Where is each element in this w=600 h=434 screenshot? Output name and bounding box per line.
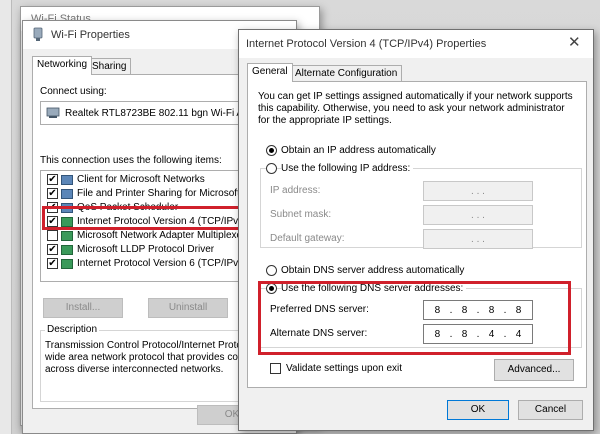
use-following-ip-radio[interactable] <box>266 163 277 174</box>
ipv4-item-highlight <box>42 206 247 230</box>
close-icon[interactable]: ✕ <box>568 35 581 50</box>
tab-sharing[interactable]: Sharing <box>87 58 132 75</box>
intro-text-line: for the appropriate IP settings. <box>258 115 392 126</box>
network-protocol-icon <box>61 245 73 255</box>
ip-dots: . . . <box>471 233 485 245</box>
item-checkbox[interactable]: ✔ <box>47 258 58 269</box>
tab-networking[interactable]: Networking <box>32 56 93 75</box>
dns-section-highlight <box>258 281 571 355</box>
uninstall-button[interactable]: Uninstall <box>148 298 228 318</box>
install-button[interactable]: Install... <box>43 298 123 318</box>
tab-general[interactable]: General <box>247 63 293 82</box>
ip-address-label: IP address: <box>270 185 321 196</box>
item-label: Microsoft LLDP Protocol Driver <box>77 244 215 255</box>
network-protocol-icon <box>61 231 73 241</box>
intro-text-line: this capability. Otherwise, you need to … <box>258 103 565 114</box>
network-service-icon <box>61 189 73 199</box>
ipv4-title: Internet Protocol Version 4 (TCP/IPv4) P… <box>246 38 487 50</box>
default-gateway-label: Default gateway: <box>270 233 345 244</box>
cancel-button[interactable]: Cancel <box>518 400 583 420</box>
item-label: Internet Protocol Version 6 (TCP/IPv6) <box>77 258 248 269</box>
description-text-line: wide area network protocol that provides… <box>45 352 247 363</box>
obtain-ip-auto-radio[interactable] <box>266 145 277 156</box>
ipv4-titlebar: Internet Protocol Version 4 (TCP/IPv4) P… <box>239 30 593 58</box>
network-card-icon <box>46 107 60 119</box>
connect-using-label: Connect using: <box>40 86 107 97</box>
ip-dots: . . . <box>471 209 485 221</box>
wifi-adapter-icon <box>32 27 44 42</box>
background-window-edge <box>0 0 12 434</box>
ipv4-properties-dialog: Internet Protocol Version 4 (TCP/IPv4) P… <box>238 29 594 431</box>
network-client-icon <box>61 175 73 185</box>
ok-button[interactable]: OK <box>447 400 509 420</box>
intro-text-line: You can get IP settings assigned automat… <box>258 91 573 102</box>
item-checkbox[interactable]: ✔ <box>47 244 58 255</box>
subnet-mask-label: Subnet mask: <box>270 209 332 220</box>
item-label: Microsoft Network Adapter Multiplexor I <box>77 230 251 241</box>
ip-address-field[interactable]: . . . <box>423 181 533 201</box>
wifi-properties-title: Wi-Fi Properties <box>51 29 130 41</box>
description-text-line: Transmission Control Protocol/Internet P… <box>45 340 253 351</box>
obtain-ip-auto-label[interactable]: Obtain an IP address automatically <box>281 145 436 157</box>
ip-dots: . . . <box>471 185 485 197</box>
validate-checkbox[interactable] <box>270 363 281 374</box>
use-following-ip-label[interactable]: Use the following IP address: <box>281 163 414 175</box>
advanced-button[interactable]: Advanced... <box>494 359 574 381</box>
description-label: Description <box>45 324 100 336</box>
item-checkbox[interactable]: ✔ <box>47 188 58 199</box>
obtain-dns-auto-radio[interactable] <box>266 265 277 276</box>
description-text-line: across diverse interconnected networks. <box>45 364 224 375</box>
item-label: File and Printer Sharing for Microsoft N… <box>77 188 256 199</box>
tab-alternate-configuration[interactable]: Alternate Configuration <box>290 65 403 82</box>
subnet-mask-field[interactable]: . . . <box>423 205 533 225</box>
adapter-name: Realtek RTL8723BE 802.11 bgn Wi-Fi Ad <box>65 108 249 119</box>
obtain-dns-auto-label[interactable]: Obtain DNS server address automatically <box>281 265 464 277</box>
default-gateway-field[interactable]: . . . <box>423 229 533 249</box>
network-protocol-icon <box>61 259 73 269</box>
item-checkbox[interactable]: ✔ <box>47 174 58 185</box>
item-checkbox[interactable] <box>47 230 58 241</box>
item-label: Client for Microsoft Networks <box>77 174 205 185</box>
items-label: This connection uses the following items… <box>40 155 222 166</box>
validate-label[interactable]: Validate settings upon exit <box>286 363 402 375</box>
